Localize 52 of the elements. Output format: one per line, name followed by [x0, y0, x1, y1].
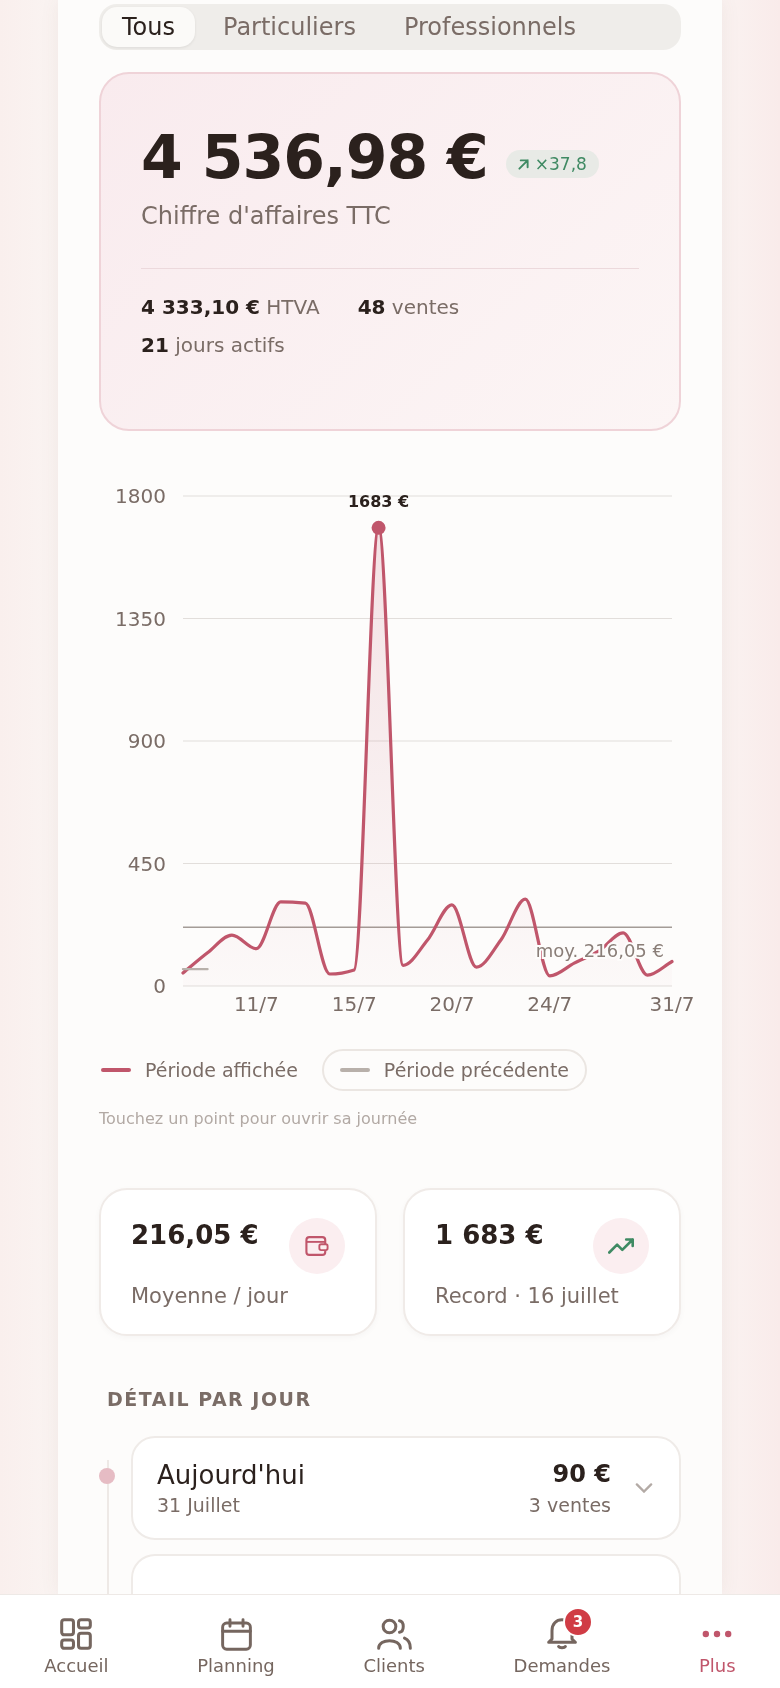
filter-tab[interactable]: Tous: [102, 7, 195, 47]
filter-tab[interactable]: Professionnels: [383, 7, 596, 47]
summary-stat: 21 jours actifs: [141, 333, 285, 357]
trend-value: ×37,8: [534, 154, 587, 174]
notification-badge: 3: [562, 1607, 593, 1637]
arrow-up-right-icon: [517, 158, 529, 170]
x-axis-label: 20/7: [429, 992, 475, 1016]
grid-icon: [60, 1618, 93, 1650]
summary-stat: 48 ventes: [357, 295, 460, 319]
more-icon: [701, 1630, 734, 1638]
nav-item[interactable]: Accueil: [26, 1607, 127, 1676]
nav-item[interactable]: Planning: [179, 1607, 293, 1676]
chart-hint: Touchez un point pour ouvrir sa journée: [99, 1109, 419, 1128]
chevron-icon[interactable]: [635, 1483, 653, 1493]
day-title: Aujourd'hui: [157, 1460, 306, 1490]
stat-value: 216,05 €: [131, 1220, 259, 1250]
legend-swatch: [101, 1068, 131, 1072]
day-amount: 90 €: [552, 1460, 611, 1488]
peak-point[interactable]: [371, 520, 386, 535]
stat-value: 1 683 €: [435, 1220, 544, 1250]
legend-item[interactable]: Période affichée: [99, 1049, 316, 1091]
total-amount: 4 536,98 €: [141, 122, 488, 192]
stat-label: Moyenne / jour: [131, 1284, 289, 1308]
day-card[interactable]: Aujourd'hui 31 Juillet 90 € 3 ventes: [131, 1436, 681, 1540]
timeline-dot: [99, 1468, 115, 1484]
summary-stat: 4 333,10 € HTVA: [141, 295, 320, 319]
y-axis-label: 1350: [115, 606, 166, 631]
day-card[interactable]: [131, 1554, 681, 1595]
day-sales: 3 ventes: [528, 1494, 611, 1516]
peak-label: 1683 €: [348, 491, 410, 511]
calendar-icon: [220, 1617, 252, 1651]
x-axis-label: 31/7: [649, 992, 695, 1016]
y-axis-label: 1800: [115, 484, 166, 508]
revenue-label: Chiffre d'affaires TTC: [141, 202, 392, 230]
x-axis-label: 15/7: [331, 992, 377, 1016]
stat-label: Record · 16 juillet: [435, 1284, 620, 1308]
wallet-icon: [305, 1236, 329, 1256]
x-axis-label: 11/7: [233, 992, 279, 1016]
filter-tab[interactable]: Particuliers: [203, 7, 376, 47]
section-heading: DÉTAIL PAR JOUR: [107, 1388, 313, 1410]
y-axis-label: 900: [127, 729, 166, 753]
trending-up-icon: [608, 1238, 634, 1254]
x-axis-label: 24/7: [527, 992, 573, 1016]
y-axis-label: 0: [153, 974, 166, 998]
users-icon: [376, 1618, 412, 1650]
legend-item[interactable]: Période précédente: [321, 1049, 588, 1091]
day-date: 31 Juillet: [157, 1494, 241, 1516]
nav-item[interactable]: Plus: [681, 1607, 754, 1676]
nav-item[interactable]: Clients: [345, 1607, 443, 1676]
nav-item[interactable]: 3 Demandes: [495, 1607, 629, 1676]
legend-swatch: [339, 1068, 370, 1072]
y-axis-label: 450: [127, 851, 166, 876]
